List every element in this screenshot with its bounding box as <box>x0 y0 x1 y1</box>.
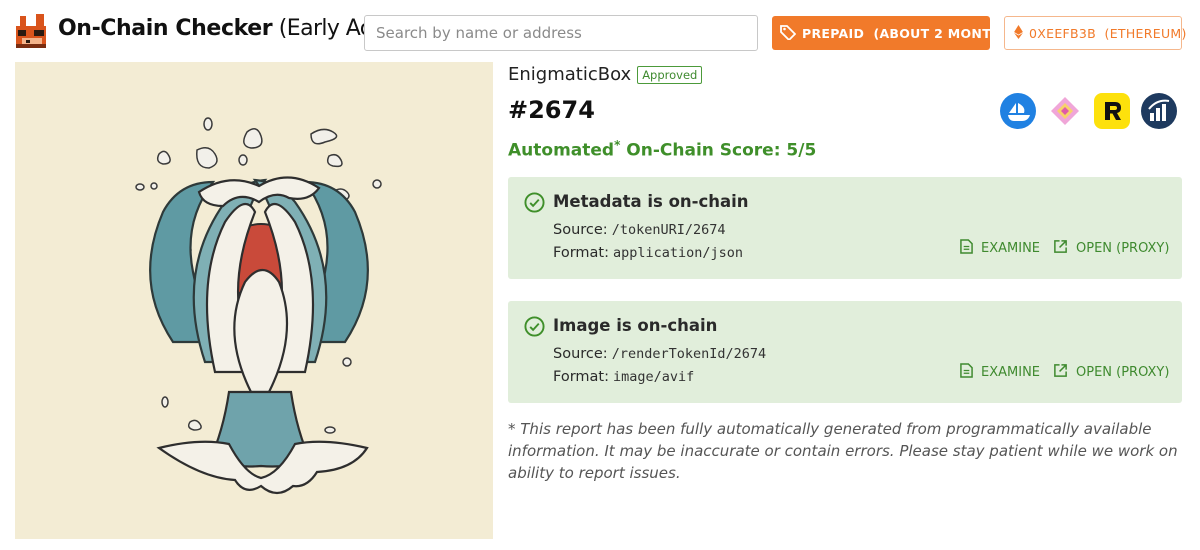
open-proxy-label: OPEN (PROXY) <box>1076 365 1170 380</box>
check-circle-icon <box>524 192 545 213</box>
examine-label: EXAMINE <box>981 241 1041 256</box>
token-id: #2674 <box>508 96 595 124</box>
app-logo[interactable] <box>14 12 50 50</box>
ethereum-icon <box>1014 24 1023 42</box>
format-label: Format: <box>553 369 609 385</box>
stats-icon[interactable] <box>1141 93 1177 129</box>
brand-name: On-Chain Checker <box>58 16 273 41</box>
format-row: Format: application/json <box>553 245 743 261</box>
check-title: Metadata is on-chain <box>553 192 749 211</box>
check-title: Image is on-chain <box>553 316 718 335</box>
nft-artwork <box>15 62 493 539</box>
external-link-icon <box>1053 363 1068 382</box>
examine-button[interactable]: EXAMINE <box>960 239 1040 258</box>
wallet-button[interactable]: 0XEEFB3B (ETHEREUM) <box>1004 16 1186 50</box>
document-icon <box>960 239 973 258</box>
metadata-check-card: Metadata is on-chain Source:/tokenURI/26… <box>508 177 1182 279</box>
external-link-icon <box>1053 239 1068 258</box>
source-label: Source: <box>553 346 608 362</box>
format-value: image/avif <box>612 369 695 385</box>
format-value: application/json <box>612 245 744 261</box>
open-proxy-button[interactable]: OPEN (PROXY) <box>1053 363 1169 382</box>
check-circle-icon <box>524 316 545 337</box>
status-badge: Approved <box>637 65 703 84</box>
collection-name-row: EnigmaticBox Approved <box>508 64 703 85</box>
rarible-icon[interactable] <box>1094 93 1130 129</box>
marketplace-links <box>1000 93 1177 129</box>
search-input[interactable] <box>364 15 758 51</box>
wallet-label: 0XEEFB3B (ETHEREUM) <box>1029 25 1187 41</box>
format-row: Format: image/avif <box>553 369 694 385</box>
source-label: Source: <box>553 222 608 238</box>
on-chain-score: Automated* On-Chain Score: 5/5 <box>508 138 816 161</box>
opensea-icon[interactable] <box>1000 93 1036 129</box>
source-row: Source:/renderTokenId/2674 <box>553 346 766 362</box>
source-value: /renderTokenId/2674 <box>611 346 767 362</box>
looksrare-pink-icon[interactable] <box>1047 93 1083 129</box>
image-check-card: Image is on-chain Source:/renderTokenId/… <box>508 301 1182 403</box>
prepaid-label: PREPAID (ABOUT 2 MONTHS) <box>802 25 1018 41</box>
examine-label: EXAMINE <box>981 365 1041 380</box>
open-proxy-button[interactable]: OPEN (PROXY) <box>1053 239 1169 258</box>
examine-button[interactable]: EXAMINE <box>960 363 1040 382</box>
tag-icon <box>780 24 797 43</box>
disclaimer-text: * This report has been fully automatical… <box>508 420 1178 482</box>
score-text: On-Chain Score: 5/5 <box>620 140 817 161</box>
source-row: Source:/tokenURI/2674 <box>553 222 725 238</box>
document-icon <box>960 363 973 382</box>
prepaid-button[interactable]: PREPAID (ABOUT 2 MONTHS) <box>772 16 1017 50</box>
score-prefix: Automated <box>508 140 615 161</box>
collection-name[interactable]: EnigmaticBox <box>508 64 631 85</box>
format-label: Format: <box>553 245 609 261</box>
source-value: /tokenURI/2674 <box>611 222 726 238</box>
open-proxy-label: OPEN (PROXY) <box>1076 241 1170 256</box>
